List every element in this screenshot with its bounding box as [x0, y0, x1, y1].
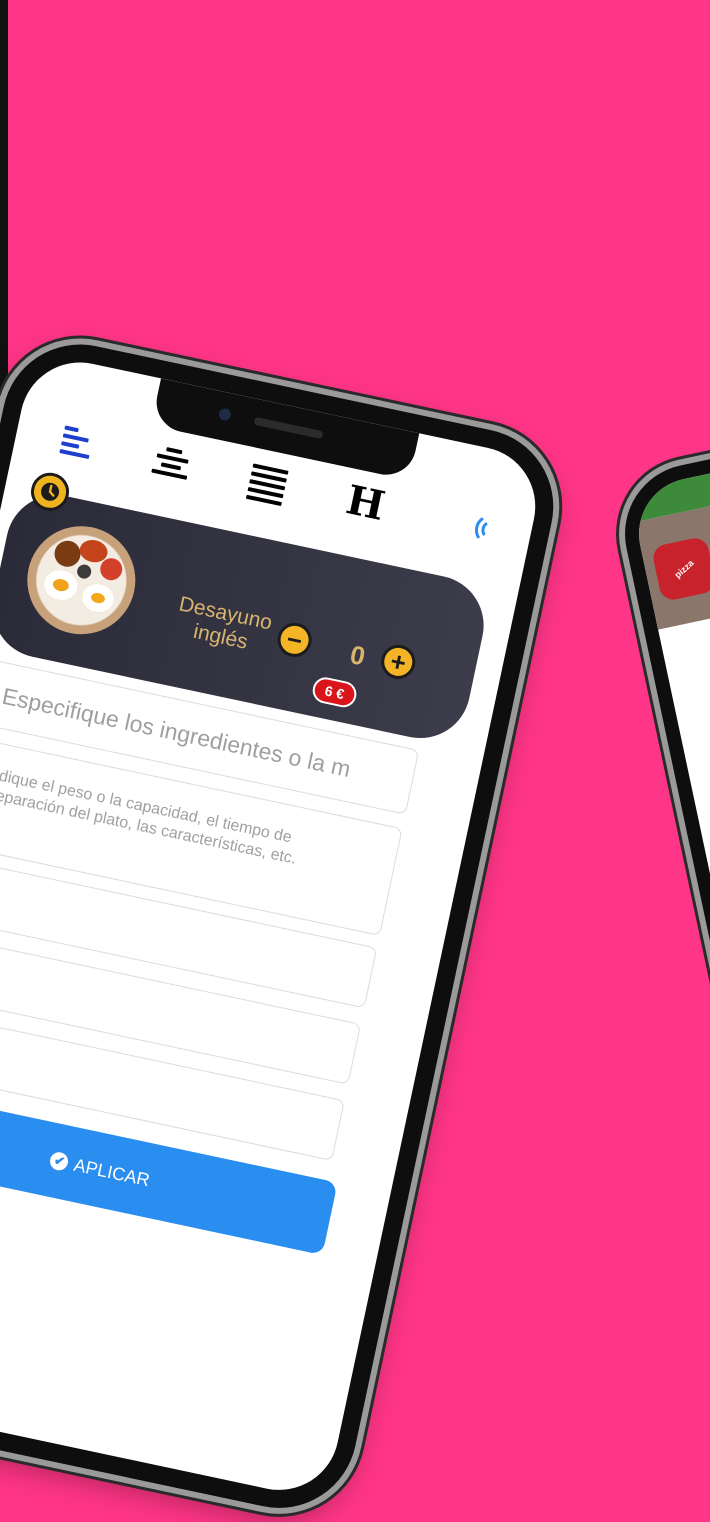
- secondary-banner: [635, 440, 710, 630]
- increase-quantity-button[interactable]: +: [378, 641, 419, 683]
- dish-photo: [17, 516, 146, 645]
- apply-button-label: APLICAR: [72, 1154, 152, 1190]
- earpiece-speaker: [253, 416, 324, 440]
- secondary-phone-screen: pizza P: [628, 409, 710, 1344]
- secondary-header-bar: [628, 409, 710, 523]
- product-name: Desayuno inglés: [176, 592, 275, 654]
- align-justify-icon[interactable]: [244, 459, 291, 507]
- quantity-value: 0: [347, 639, 368, 672]
- wifi-icon[interactable]: [472, 511, 508, 547]
- align-center-icon[interactable]: [148, 439, 195, 486]
- price-badge: 6 €: [310, 675, 359, 710]
- secondary-phone: pizza P: [612, 392, 710, 1361]
- heading-icon[interactable]: H: [342, 476, 389, 530]
- main-phone: H Desayuno inglés − 0 + 6 € Especifique …: [0, 330, 568, 1522]
- align-left-icon[interactable]: [52, 418, 99, 465]
- front-camera: [217, 407, 233, 422]
- pizza-logo-text: pizza: [672, 557, 696, 581]
- check-circle-icon: ✔: [48, 1150, 71, 1173]
- main-phone-screen: H Desayuno inglés − 0 + 6 € Especifique …: [0, 351, 547, 1502]
